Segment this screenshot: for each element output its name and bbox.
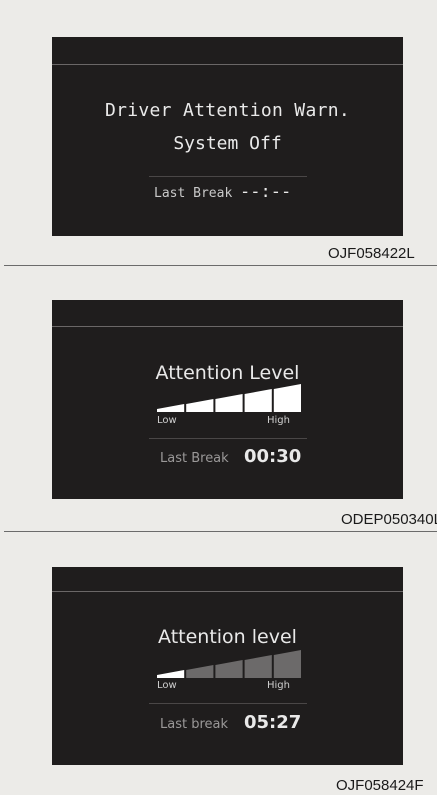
last-break-label: Last Break (154, 186, 233, 201)
figure-separator (4, 265, 437, 266)
meter-segment (273, 650, 301, 678)
last-break-value: 05:27 (244, 712, 302, 733)
display-divider (149, 438, 307, 439)
figure-code: OJF058422L (328, 245, 415, 262)
display-divider (149, 703, 307, 704)
meter-low-label: Low (157, 415, 177, 426)
last-break-label: Last break (160, 717, 229, 732)
last-break-label: Last Break (160, 451, 229, 466)
display-subtitle: System Off (173, 133, 282, 154)
display-top-line (52, 326, 403, 327)
cluster-display-attention-level: Attention level Low High Last break 05:2… (52, 567, 403, 765)
display-divider (149, 176, 307, 177)
meter-segment (186, 399, 214, 412)
display-top-line (52, 64, 403, 65)
cluster-display-system-off: Driver Attention Warn. System Off Last B… (52, 37, 403, 236)
meter-segment (215, 660, 243, 678)
figure-code: OJF058424F (336, 777, 424, 794)
manual-page: Driver Attention Warn. System Off Last B… (0, 0, 437, 795)
meter-high-label: High (267, 680, 290, 691)
meter-segment (244, 389, 272, 412)
meter-segment (244, 655, 272, 678)
display-top-line (52, 591, 403, 592)
figure-code: ODEP050340L (341, 511, 437, 528)
cluster-display-attention-level: Attention Level Low High Last Break 00:3… (52, 300, 403, 499)
display-title: Attention Level (155, 362, 300, 384)
meter-segment (186, 665, 214, 678)
meter-segment (157, 404, 185, 412)
display-title: Driver Attention Warn. (104, 100, 350, 121)
figure-separator (4, 531, 437, 532)
meter-low-label: Low (157, 680, 177, 691)
meter-segment (157, 670, 185, 678)
meter-segment (273, 384, 301, 412)
last-break-value: 00:30 (244, 446, 302, 467)
meter-segment (215, 394, 243, 412)
meter-high-label: High (267, 415, 290, 426)
display-title: Attention level (158, 626, 297, 648)
attention-level-meter (157, 650, 301, 678)
last-break-value: --:-- (240, 182, 292, 202)
attention-level-meter (157, 384, 301, 412)
